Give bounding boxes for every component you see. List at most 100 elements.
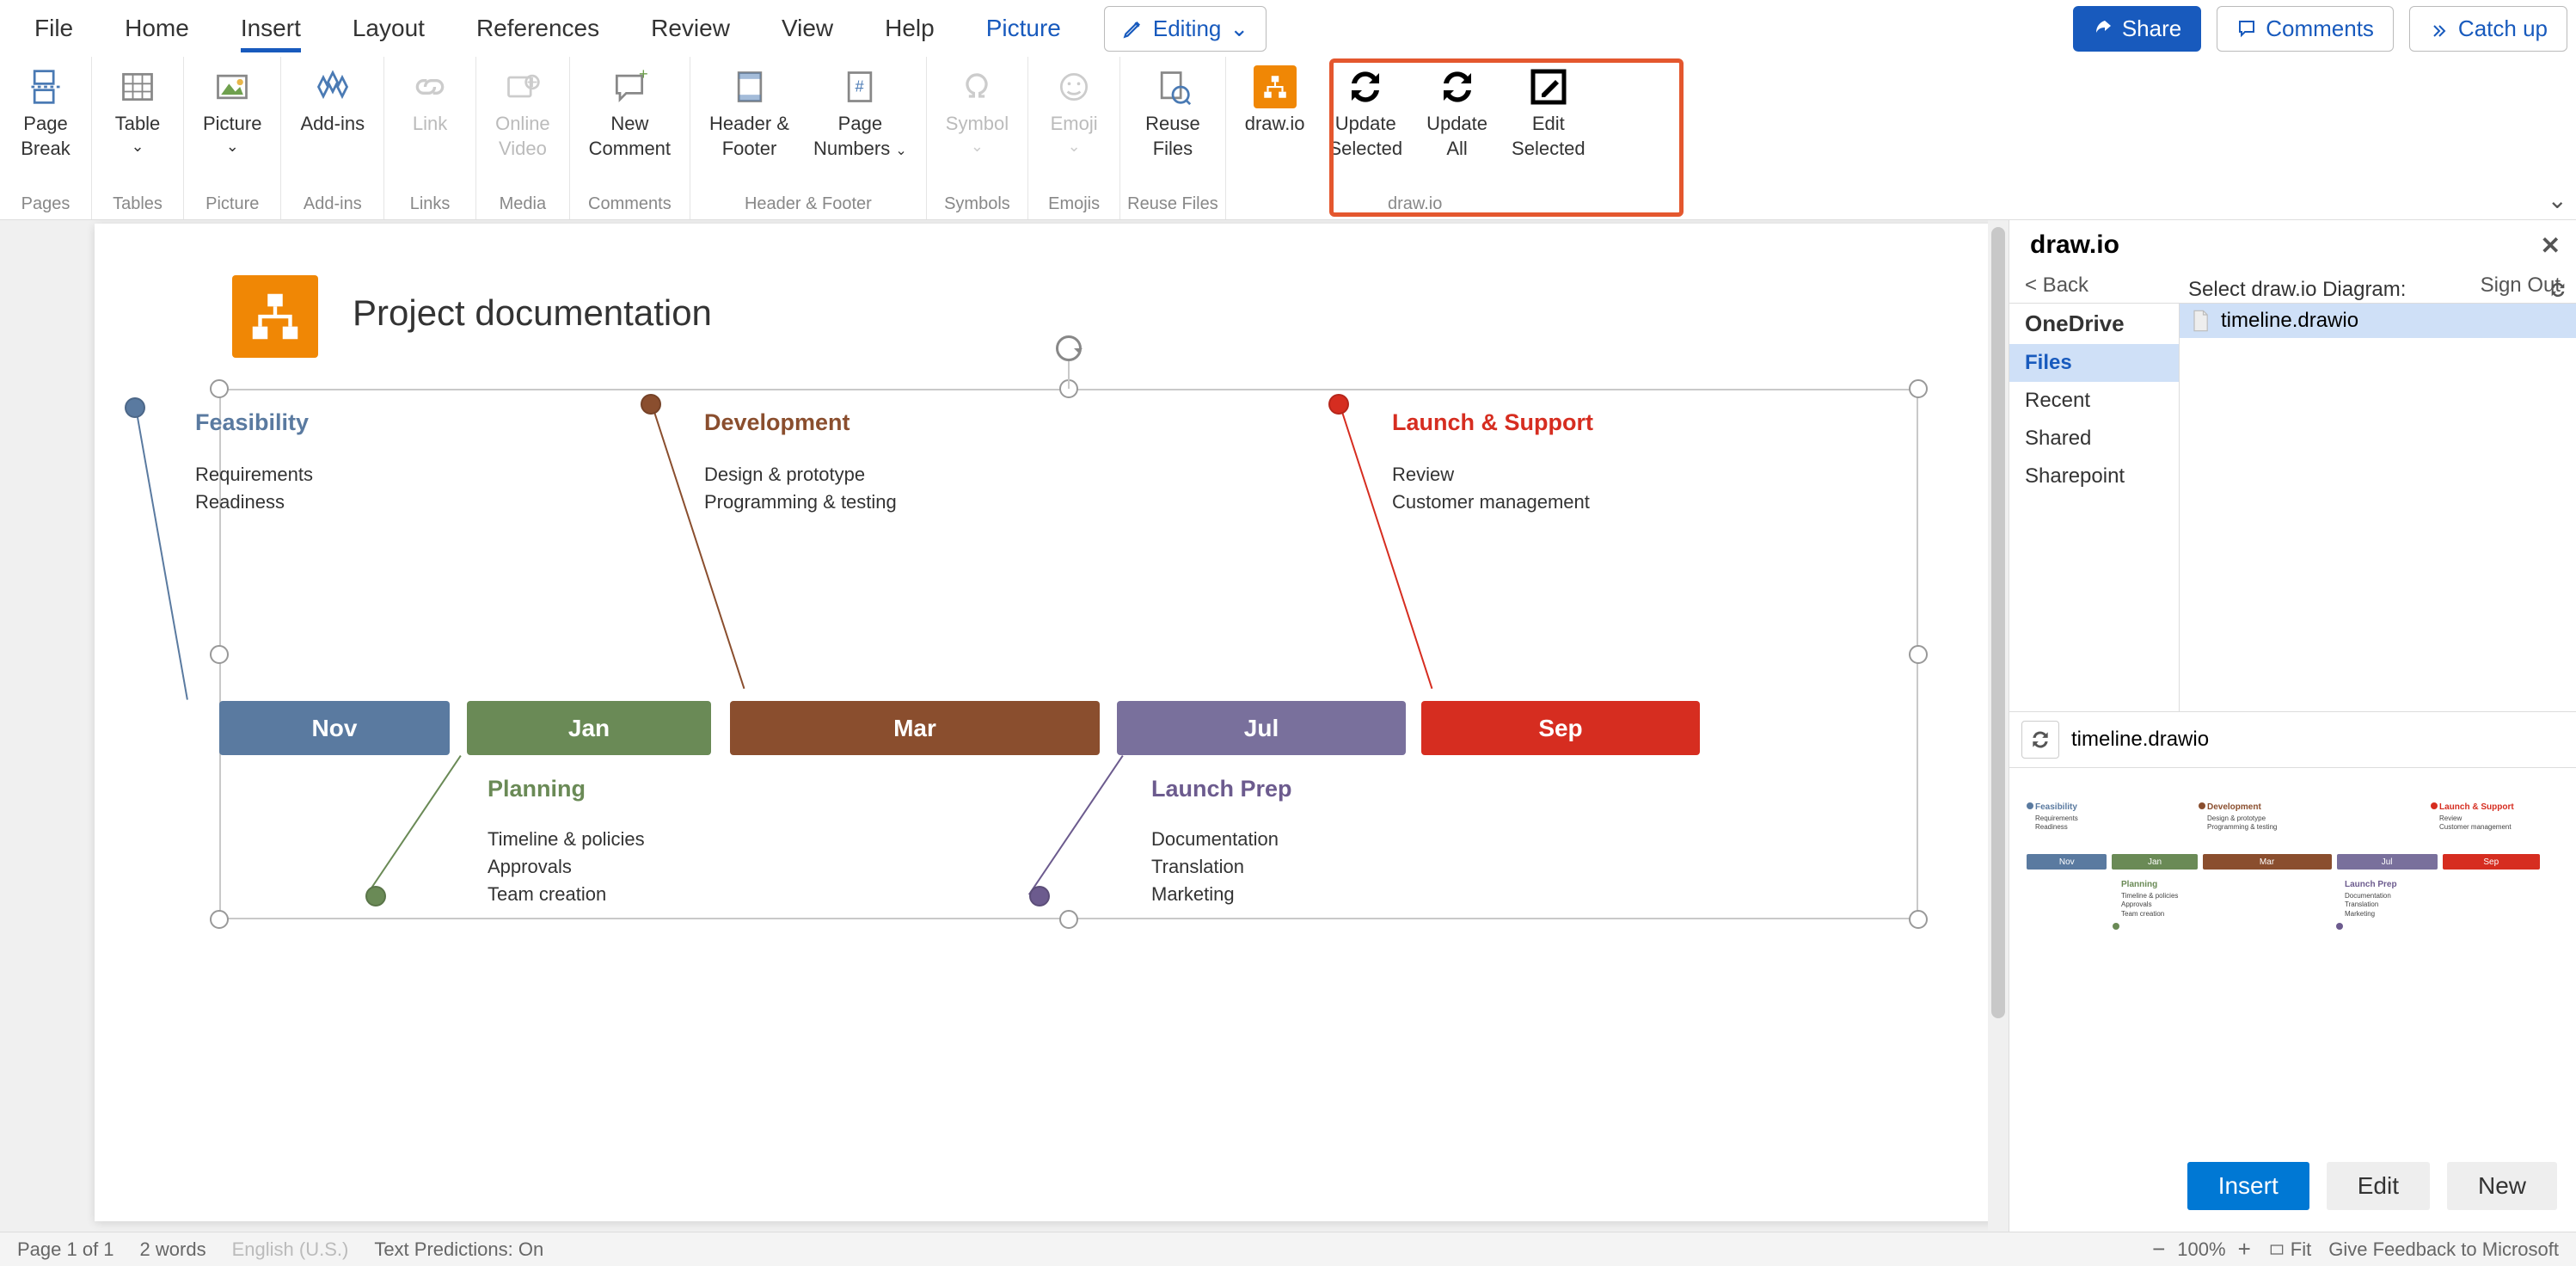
- panel-title: draw.io: [2030, 230, 2119, 260]
- text-predictions[interactable]: Text Predictions: On: [374, 1238, 543, 1261]
- drawio-logo-icon: [1254, 65, 1297, 108]
- month-box: Jan: [467, 701, 711, 755]
- ritem-l2: Comment: [589, 137, 671, 162]
- language-indicator[interactable]: English (U.S.): [232, 1238, 349, 1261]
- ritem-l1: Edit: [1532, 112, 1565, 137]
- phase-items: RequirementsReadiness: [195, 461, 313, 516]
- fit-icon: [2268, 1241, 2285, 1258]
- phase-connector: [1339, 403, 1432, 689]
- tab-picture[interactable]: Picture: [960, 4, 1087, 52]
- group-label: Pages: [21, 191, 71, 219]
- page-indicator[interactable]: Page 1 of 1: [17, 1238, 114, 1261]
- phase-dot: [365, 886, 386, 906]
- source-files[interactable]: Files: [2009, 344, 2179, 382]
- word-count[interactable]: 2 words: [140, 1238, 206, 1261]
- refresh-icon: [1437, 66, 1478, 108]
- mini-dot: [2431, 802, 2438, 809]
- tab-layout[interactable]: Layout: [327, 4, 451, 52]
- new-comment-button[interactable]: + New Comment: [577, 60, 683, 191]
- selection-frame[interactable]: NovJanMarJulSep FeasibilityRequirementsR…: [219, 389, 1918, 919]
- drawio-button[interactable]: draw.io: [1233, 60, 1317, 191]
- vertical-scrollbar[interactable]: [1988, 220, 2009, 1232]
- catchup-button[interactable]: Catch up: [2409, 6, 2567, 52]
- ribbon-collapse-button[interactable]: ⌄: [2548, 186, 2567, 214]
- source-shared[interactable]: Shared: [2009, 420, 2179, 458]
- mini-dot: [2199, 802, 2205, 809]
- tab-review[interactable]: Review: [625, 4, 756, 52]
- tab-home[interactable]: Home: [99, 4, 215, 52]
- mini-title: Launch & Support: [2439, 802, 2514, 812]
- group-label: Picture: [205, 191, 259, 219]
- insert-button[interactable]: Insert: [2187, 1162, 2309, 1210]
- phase-items: ReviewCustomer management: [1392, 461, 1590, 516]
- document-area[interactable]: Project documentation: [0, 220, 2009, 1232]
- header-footer-button[interactable]: Header & Footer: [697, 60, 801, 191]
- ritem-l1: New: [610, 112, 648, 137]
- tab-references[interactable]: References: [451, 4, 625, 52]
- ritem-l1: Update: [1426, 112, 1487, 137]
- omega-icon: [958, 68, 996, 106]
- group-label: Header & Footer: [745, 191, 872, 219]
- tab-view[interactable]: View: [756, 4, 859, 52]
- ribbon-group-drawio: draw.io Update Selected Update All Edit …: [1226, 57, 1604, 219]
- new-button[interactable]: New: [2447, 1162, 2557, 1210]
- month-box: Mar: [730, 701, 1100, 755]
- update-all-button[interactable]: Update All: [1414, 60, 1500, 191]
- top-right-buttons: Share Comments Catch up: [2073, 6, 2567, 52]
- month-box: Jul: [1117, 701, 1406, 755]
- ribbon-group-tables: Table ⌄ Tables: [92, 57, 184, 219]
- table-button[interactable]: Table ⌄: [99, 60, 176, 191]
- chevron-down-icon: ⌄: [971, 137, 984, 157]
- ribbon-group-symbols: Symbol ⌄ Symbols: [927, 57, 1028, 219]
- group-label: Symbols: [944, 191, 1010, 219]
- update-selected-button[interactable]: Update Selected: [1316, 60, 1414, 191]
- file-name: timeline.drawio: [2221, 309, 2358, 333]
- comments-button[interactable]: Comments: [2217, 6, 2394, 52]
- scrollbar-thumb[interactable]: [1991, 227, 2005, 1018]
- edit-selected-button[interactable]: Edit Selected: [1500, 60, 1598, 191]
- source-sharepoint[interactable]: Sharepoint: [2009, 458, 2179, 495]
- picture-button[interactable]: Picture ⌄: [191, 60, 273, 191]
- editing-mode-button[interactable]: Editing ⌄: [1104, 6, 1267, 52]
- page-numbers-icon: #: [841, 68, 879, 106]
- tab-help[interactable]: Help: [859, 4, 960, 52]
- link-button: Link: [391, 60, 469, 191]
- preview-refresh-button[interactable]: [2021, 721, 2059, 759]
- group-label: Media: [500, 191, 546, 219]
- video-icon: [504, 68, 542, 106]
- tab-file[interactable]: File: [9, 4, 99, 52]
- mini-title: Launch Prep: [2345, 880, 2397, 889]
- tab-insert[interactable]: Insert: [215, 4, 327, 52]
- addins-button[interactable]: Add-ins: [288, 60, 377, 191]
- rotate-handle[interactable]: [1056, 335, 1082, 361]
- edit-button[interactable]: Edit: [2327, 1162, 2430, 1210]
- back-button[interactable]: < Back: [2025, 273, 2088, 298]
- drawio-panel: draw.io ✕ < Back Sign Out OneDrive Files…: [2009, 220, 2576, 1232]
- feedback-link[interactable]: Give Feedback to Microsoft: [2328, 1238, 2559, 1261]
- ritem-l2: Selected: [1328, 137, 1402, 162]
- mini-month: Nov: [2027, 854, 2107, 870]
- refresh-icon[interactable]: [2548, 280, 2567, 299]
- ribbon: Page Break Pages Table ⌄ Tables Picture …: [0, 57, 2576, 220]
- fit-button[interactable]: Fit: [2268, 1238, 2311, 1261]
- chevron-down-icon: ⌄: [895, 144, 906, 158]
- page-break-button[interactable]: Page Break: [7, 60, 84, 191]
- online-video-button: Online Video: [483, 60, 562, 191]
- share-button[interactable]: Share: [2073, 6, 2201, 52]
- ritem-l1: Page: [23, 112, 67, 137]
- zoom-in-button[interactable]: +: [2238, 1236, 2251, 1263]
- reuse-files-button[interactable]: Reuse Files: [1133, 60, 1212, 191]
- ritem-l1: Header &: [709, 112, 789, 137]
- ritem-l1: Add-ins: [300, 112, 365, 137]
- source-recent[interactable]: Recent: [2009, 382, 2179, 420]
- table-icon: [119, 68, 156, 106]
- zoom-out-button[interactable]: −: [2152, 1236, 2165, 1263]
- mini-title: Development: [2207, 802, 2261, 812]
- refresh-icon: [1345, 66, 1386, 108]
- phase-connector: [1028, 755, 1124, 895]
- close-icon[interactable]: ✕: [2541, 231, 2561, 260]
- page: Project documentation: [95, 224, 2009, 1221]
- phase-items: DocumentationTranslationMarketing: [1151, 826, 1279, 908]
- file-row[interactable]: timeline.drawio: [2180, 304, 2576, 338]
- page-numbers-button[interactable]: # Page Numbers ⌄: [801, 60, 919, 191]
